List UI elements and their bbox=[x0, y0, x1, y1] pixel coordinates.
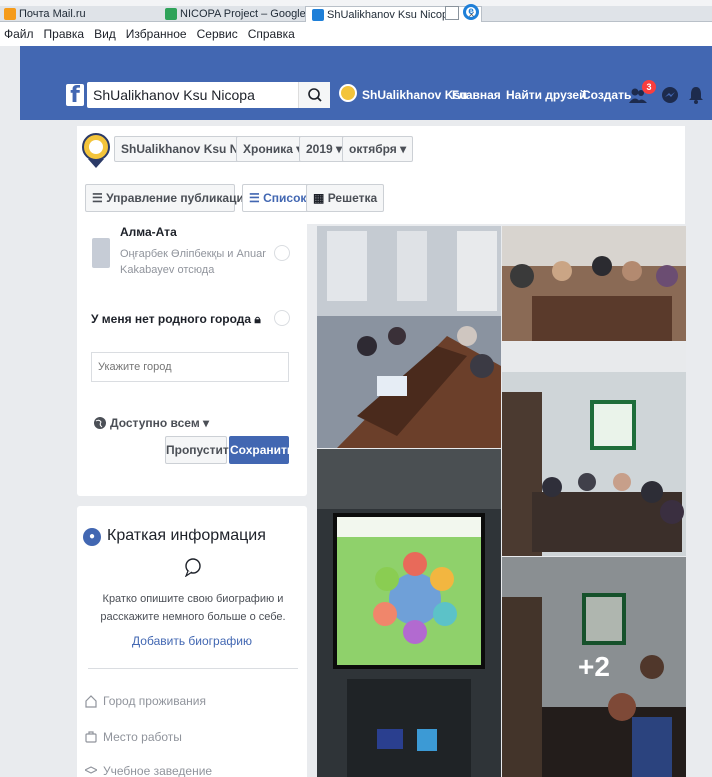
privacy-label: Доступно всем ▾ bbox=[110, 416, 210, 430]
nav-home[interactable]: Главная bbox=[452, 88, 501, 102]
intro-divider bbox=[88, 668, 298, 669]
photo-image bbox=[317, 449, 501, 777]
photo-meeting-4[interactable]: +2 bbox=[502, 557, 686, 777]
google-drive-favicon-icon bbox=[165, 8, 177, 20]
grid-icon: ▦ bbox=[313, 191, 325, 205]
tab-label: Почта Mail.ru bbox=[19, 8, 86, 20]
add-bio-link[interactable]: Добавить биографию bbox=[92, 634, 292, 648]
fb-header-top bbox=[20, 46, 712, 70]
menu-tools[interactable]: Сервис bbox=[197, 27, 238, 41]
intro-description: Кратко опишите свою биографию и расскажи… bbox=[100, 593, 286, 623]
grid-view-label: Решетка bbox=[327, 191, 378, 205]
skip-button[interactable]: Пропустить bbox=[165, 436, 236, 464]
about-education[interactable]: Учебное заведение bbox=[85, 764, 212, 777]
friend-requests-badge: 3 bbox=[642, 80, 656, 94]
screen: Почта Mail.ru NICOPA Project – Google Ди… bbox=[0, 0, 712, 777]
manage-posts-icon: ☰ bbox=[92, 191, 103, 205]
no-hometown-radio[interactable] bbox=[274, 310, 290, 326]
internet-explorer-icon: e bbox=[463, 4, 479, 20]
about-current-city[interactable]: Город проживания bbox=[85, 694, 206, 708]
notifications-bell-icon[interactable] bbox=[688, 86, 704, 104]
photo-image bbox=[502, 226, 686, 341]
photo-meeting-3[interactable] bbox=[502, 342, 686, 556]
photo-presentation[interactable] bbox=[317, 449, 501, 777]
lock-icon: 🔒︎ bbox=[254, 312, 261, 326]
city-people: Оңғарбек Өліпбекқы и Anuar Kakabayev отс… bbox=[120, 248, 266, 276]
photo-meeting-1[interactable] bbox=[317, 226, 501, 448]
facebook-favicon-icon bbox=[312, 8, 324, 21]
photo-image bbox=[502, 342, 686, 556]
list-view-label: Список bbox=[263, 191, 307, 205]
facebook-logo-icon[interactable]: f bbox=[66, 84, 84, 108]
photo-meeting-2[interactable] bbox=[502, 226, 686, 341]
breadcrumb-month[interactable]: октября ▾ bbox=[342, 136, 414, 162]
graduation-cap-icon bbox=[85, 766, 97, 774]
messenger-icon[interactable] bbox=[661, 86, 679, 104]
list-icon: ☰ bbox=[249, 191, 260, 205]
tab-label: ShUalikhanov Ksu Nicopa bbox=[327, 8, 455, 21]
new-tab-button[interactable] bbox=[445, 6, 459, 20]
save-button[interactable]: Сохранить bbox=[229, 436, 294, 464]
nav-create[interactable]: Создать bbox=[582, 88, 631, 102]
home-icon bbox=[85, 695, 97, 708]
page-avatar[interactable] bbox=[82, 133, 110, 169]
privacy-selector[interactable]: Доступно всем ▾ bbox=[93, 416, 209, 430]
browser-menu-bar: Файл Правка Вид Избранное Сервис Справка bbox=[0, 22, 712, 46]
city-input[interactable] bbox=[91, 352, 289, 382]
about-current-city-label: Город проживания bbox=[103, 694, 206, 708]
about-education-label: Учебное заведение bbox=[103, 764, 213, 777]
grid-view-button[interactable]: ▦ Решетка bbox=[306, 184, 385, 212]
about-workplace[interactable]: Место работы bbox=[85, 730, 182, 744]
list-view-button[interactable]: ☰ Список bbox=[242, 184, 314, 212]
photo-image bbox=[317, 226, 501, 448]
no-hometown-text: У меня нет родного города bbox=[91, 312, 252, 326]
current-city-radio[interactable] bbox=[274, 245, 290, 261]
menu-edit[interactable]: Правка bbox=[44, 27, 85, 41]
profile-avatar[interactable] bbox=[339, 84, 357, 102]
menu-view[interactable]: Вид bbox=[94, 27, 116, 41]
globe-icon bbox=[94, 417, 106, 429]
location-pin-icon bbox=[92, 238, 110, 268]
about-workplace-label: Место работы bbox=[103, 730, 182, 744]
intro-title: Краткая информация bbox=[107, 527, 266, 544]
intro-globe-icon: ● bbox=[83, 528, 101, 546]
search-input[interactable] bbox=[87, 82, 287, 108]
menu-favorites[interactable]: Избранное bbox=[126, 27, 187, 41]
nav-find-friends[interactable]: Найти друзей bbox=[506, 88, 586, 102]
no-hometown-label: У меня нет родного города 🔒︎ bbox=[91, 312, 261, 327]
speech-bubble-icon bbox=[184, 558, 201, 577]
briefcase-icon bbox=[85, 731, 97, 743]
more-photos-count[interactable]: +2 bbox=[502, 557, 686, 777]
search-box[interactable] bbox=[87, 82, 330, 108]
menu-file[interactable]: Файл bbox=[4, 27, 34, 41]
search-icon bbox=[308, 88, 322, 102]
mail-favicon-icon bbox=[4, 8, 16, 20]
tab-mail[interactable]: Почта Mail.ru bbox=[4, 6, 86, 22]
menu-help[interactable]: Справка bbox=[248, 27, 295, 41]
search-button[interactable] bbox=[298, 82, 330, 108]
current-city[interactable]: Алма-Ата bbox=[120, 225, 177, 239]
manage-posts-button[interactable]: ☰ Управление публикациями bbox=[85, 184, 267, 212]
